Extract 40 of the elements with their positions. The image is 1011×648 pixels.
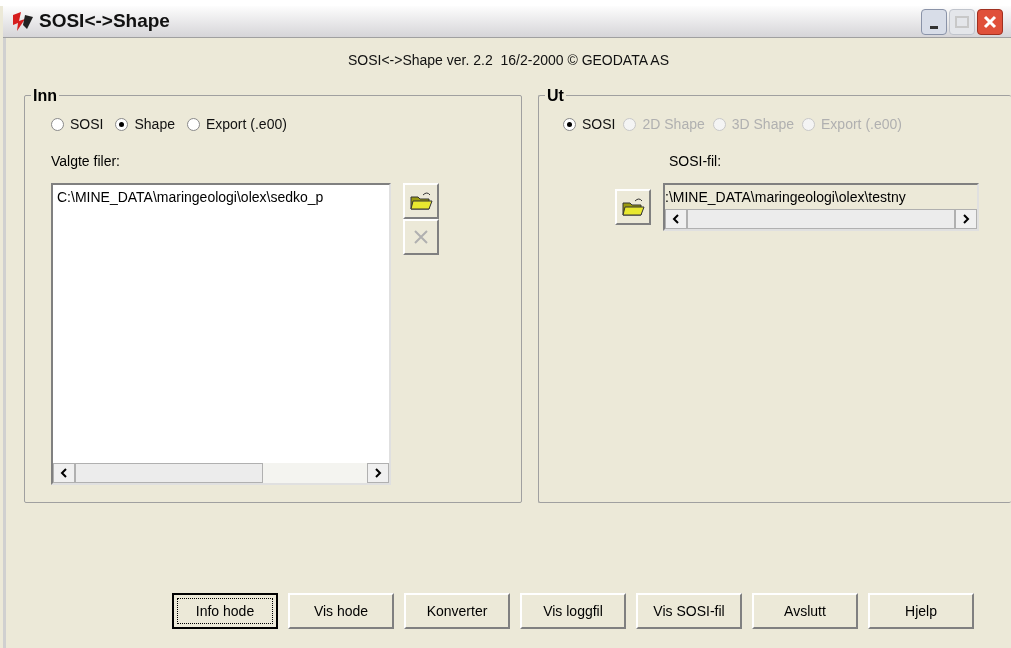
open-folder-button[interactable] bbox=[403, 183, 439, 219]
app-icon bbox=[11, 10, 35, 33]
radio-label: SOSI bbox=[582, 115, 616, 134]
dialog-button[interactable]: Vis loggfil bbox=[520, 593, 626, 629]
scroll-thumb[interactable] bbox=[75, 463, 263, 483]
radio-button[interactable] bbox=[51, 118, 64, 131]
scroll-left-button[interactable] bbox=[53, 463, 75, 483]
radio-button[interactable] bbox=[186, 118, 200, 131]
dialog-button[interactable]: Hjelp bbox=[868, 593, 974, 629]
close-icon bbox=[983, 14, 997, 29]
radio-label: Shape bbox=[134, 115, 175, 134]
radio-label: Export (.e00) bbox=[205, 115, 287, 134]
file-list-item[interactable]: C:\MINE_DATA\maringeologi\olex\sedko_p bbox=[53, 185, 328, 208]
scroll-right-button[interactable] bbox=[367, 463, 389, 483]
close-button[interactable] bbox=[977, 8, 1003, 35]
scroll-right-button[interactable] bbox=[955, 209, 977, 229]
sosi-file-path: :\MINE_DATA\maringeologi\olex\testny bbox=[665, 189, 906, 205]
dialog-button[interactable]: Info hode bbox=[172, 593, 278, 629]
radio-label: 3D Shape bbox=[731, 115, 795, 134]
minimize-button[interactable] bbox=[921, 8, 947, 35]
radio-label: SOSI bbox=[70, 115, 104, 134]
delete-icon bbox=[413, 229, 429, 245]
browse-button[interactable] bbox=[615, 189, 651, 225]
radio-label: 2D Shape bbox=[642, 115, 705, 134]
scroll-left-button[interactable] bbox=[665, 209, 687, 229]
horizontal-scrollbar[interactable] bbox=[53, 463, 389, 483]
dialog-button[interactable]: Vis SOSI-fil bbox=[636, 593, 742, 629]
radio-label: Export (.e00) bbox=[821, 115, 902, 134]
window-title: SOSI<->Shape bbox=[39, 9, 170, 34]
radio-button[interactable] bbox=[563, 118, 576, 131]
radio-button[interactable] bbox=[115, 118, 129, 131]
files-label: Valgte filer: bbox=[51, 153, 120, 169]
dialog-button[interactable]: Vis hode bbox=[288, 593, 394, 629]
dialog-button[interactable]: Konverter bbox=[404, 593, 510, 629]
folder-icon bbox=[409, 191, 433, 211]
file-list[interactable]: C:\MINE_DATA\maringeologi\olex\sedko_p bbox=[51, 183, 391, 485]
sosi-file-label: SOSI-fil: bbox=[669, 153, 722, 169]
dialog-button[interactable]: Avslutt bbox=[752, 593, 858, 629]
version-text: SOSI<->Shape ver. 2.2 16/2-2000 © GEODATA AS bbox=[347, 51, 670, 70]
folder-icon bbox=[621, 197, 645, 217]
